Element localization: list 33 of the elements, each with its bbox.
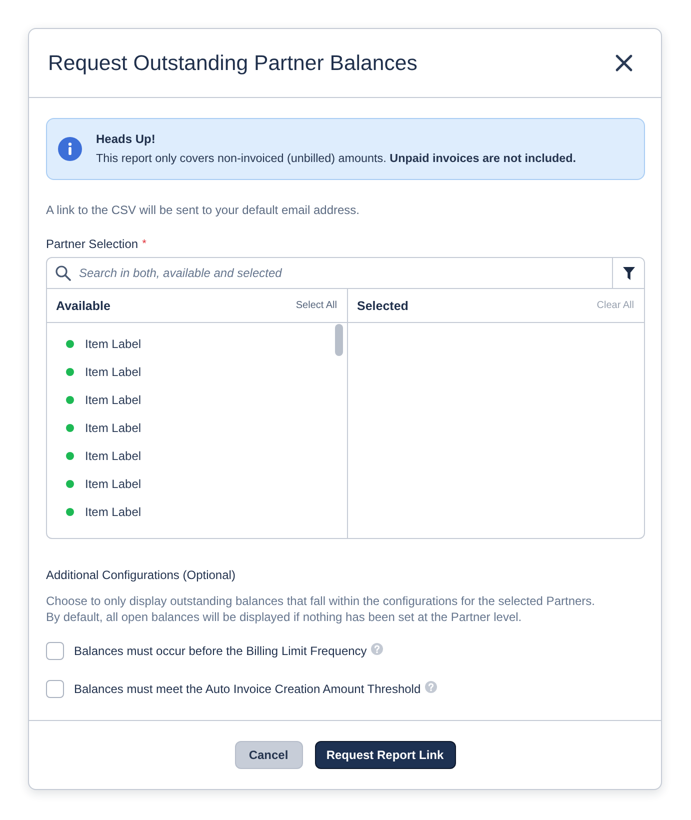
checkbox[interactable] — [46, 680, 64, 698]
item-label[interactable]: Item Label — [85, 337, 142, 351]
section-title: Additional Configurations (Optional) — [46, 567, 236, 583]
scrollbar-thumb[interactable] — [335, 324, 343, 356]
help-icon[interactable] — [424, 681, 437, 693]
dialog-title: Request Outstanding Partner Balances — [48, 50, 418, 76]
option-label: Balances must occur before the Billing Limit Frequency — [74, 644, 367, 658]
info-note: A link to the CSV will be sent to your default email address. — [46, 202, 360, 218]
search-field[interactable]: Search in both, available and selected — [79, 263, 612, 283]
item-label[interactable]: Item Label — [85, 421, 142, 435]
alert-title: Heads Up! — [96, 131, 156, 147]
item-label[interactable]: Item Label — [85, 449, 142, 463]
info-icon — [58, 137, 82, 161]
search-icon — [55, 265, 71, 281]
column-title: Available — [56, 298, 110, 312]
filter-icon — [622, 266, 634, 280]
item-label[interactable]: Item Label — [85, 505, 142, 519]
checkbox[interactable] — [46, 642, 64, 660]
close-icon[interactable] — [615, 54, 633, 72]
request-report-button[interactable]: Request Report Link — [314, 741, 456, 769]
option-label: Balances must meet the Auto Invoice Creation Amount Threshold — [74, 682, 421, 696]
item-label[interactable]: Item Label — [85, 477, 142, 491]
field-label: Partner Selection — [46, 236, 138, 252]
item-label[interactable]: Item Label — [85, 393, 142, 407]
select-all-link[interactable]: Select All — [296, 300, 337, 311]
column-title: Selected — [357, 298, 408, 312]
required-mark: * — [142, 237, 146, 252]
filter-button[interactable] — [612, 258, 644, 288]
section-description: Choose to only display outstanding balances that fall within the configurations for the selected Partners. By default, all open balances will be displayed if nothing has been set at the Partner level. — [46, 593, 596, 625]
alert-message: This report only covers non-invoiced (unbilled) amounts. Unpaid invoices are not included. — [96, 151, 576, 167]
item-label[interactable]: Item Label — [85, 365, 142, 379]
help-icon[interactable] — [370, 643, 383, 655]
cancel-button[interactable]: Cancel — [234, 741, 302, 769]
